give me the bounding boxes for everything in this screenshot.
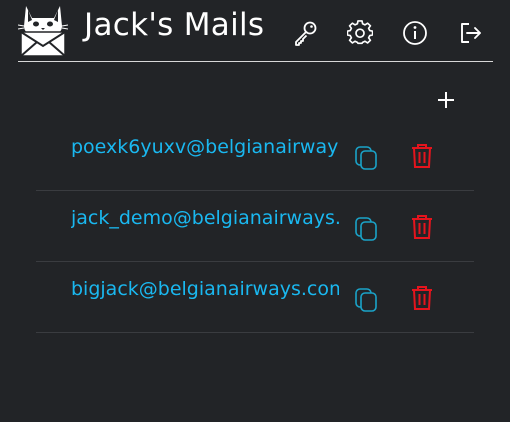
delete-button[interactable]: [410, 285, 434, 311]
copy-button[interactable]: [354, 286, 378, 312]
info-button[interactable]: [402, 20, 428, 46]
mail-address-link[interactable]: poexk6yuxv@belgianairways.com: [71, 136, 339, 158]
key-icon: [292, 20, 318, 46]
delete-button[interactable]: [410, 214, 434, 240]
trash-icon: [410, 143, 434, 169]
mail-list: poexk6yuxv@belgianairways.com: [36, 120, 474, 333]
delete-button[interactable]: [410, 143, 434, 169]
cat-mail-logo: [17, 2, 69, 58]
app-title: Jack's Mails: [84, 7, 265, 43]
copy-icon: [354, 286, 378, 312]
logout-button[interactable]: [458, 20, 484, 46]
mail-row: poexk6yuxv@belgianairways.com: [36, 120, 474, 191]
app-window: Jack's Mails poexk6yuxv@belgianairway ja…: [0, 0, 510, 422]
copy-button[interactable]: [354, 144, 378, 170]
logout-icon: [458, 20, 484, 46]
header: Jack's Mails: [17, 0, 493, 62]
copy-icon: [354, 144, 378, 170]
add-mail-button[interactable]: [434, 88, 458, 112]
copy-button[interactable]: [354, 215, 378, 241]
mail-address-link[interactable]: bigjack@belgianairways.com: [71, 278, 339, 300]
info-icon: [402, 20, 428, 46]
trash-icon: [410, 214, 434, 240]
mail-row: jack_demo@belgianairways.com: [36, 191, 474, 262]
mail-address-link[interactable]: jack_demo@belgianairways.com: [71, 207, 339, 229]
copy-icon: [354, 215, 378, 241]
settings-button[interactable]: [347, 20, 373, 46]
mail-row: bigjack@belgianairways.com: [36, 262, 474, 333]
key-button[interactable]: [292, 20, 318, 46]
gear-icon: [347, 20, 373, 46]
plus-icon: [434, 88, 458, 112]
trash-icon: [410, 285, 434, 311]
